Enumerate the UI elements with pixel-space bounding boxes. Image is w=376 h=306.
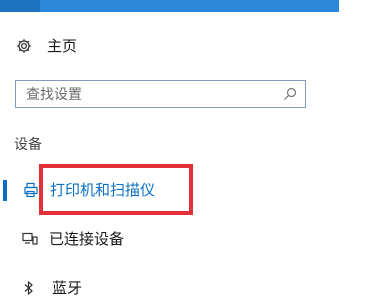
title-bar <box>0 0 376 12</box>
connected-devices-icon <box>21 230 39 248</box>
sidebar-item-connected-devices-label: 已连接设备 <box>49 230 125 248</box>
search-input[interactable]: 查找设置 <box>15 80 306 108</box>
active-item-indicator <box>3 180 7 201</box>
search-placeholder: 查找设置 <box>26 87 82 103</box>
sidebar-item-home-label: 主页 <box>47 37 78 55</box>
search-icon[interactable] <box>281 85 299 103</box>
sidebar-item-connected-devices[interactable]: 已连接设备 <box>21 226 124 252</box>
sidebar-item-printers-scanners[interactable]: 打印机和扫描仪 <box>22 177 155 203</box>
bluetooth-icon <box>20 279 38 297</box>
title-bar-gap <box>339 0 376 12</box>
section-title-devices: 设备 <box>14 137 42 153</box>
printer-icon <box>22 181 40 199</box>
sidebar-item-bluetooth[interactable]: 蓝牙 <box>20 275 82 301</box>
sidebar-item-printers-label: 打印机和扫描仪 <box>50 181 156 199</box>
gear-icon <box>15 37 33 55</box>
sidebar-item-bluetooth-label: 蓝牙 <box>52 279 83 297</box>
sidebar-item-home[interactable]: 主页 <box>15 33 77 59</box>
back-button[interactable] <box>0 0 40 12</box>
